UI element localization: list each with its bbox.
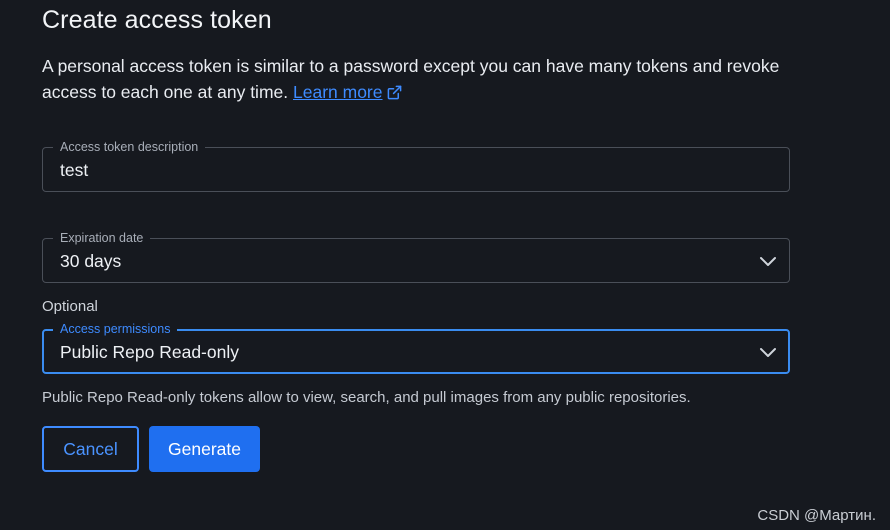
generate-button[interactable]: Generate <box>149 426 260 472</box>
access-permissions-select[interactable]: Access permissions Public Repo Read-only <box>42 321 790 374</box>
expiration-date-value: 30 days <box>60 251 122 271</box>
learn-more-link[interactable]: Learn more <box>293 82 383 102</box>
chevron-down-icon[interactable] <box>759 345 777 363</box>
access-permissions-label: Access permissions <box>53 321 178 337</box>
token-description-label: Access token description <box>53 139 206 155</box>
optional-label: Optional <box>42 298 98 315</box>
chevron-down-icon[interactable] <box>759 254 777 272</box>
watermark: CSDN @Мартин. <box>757 507 876 524</box>
permissions-helper-text: Public Repo Read-only tokens allow to vi… <box>42 389 691 406</box>
page-title: Create access token <box>42 6 272 34</box>
token-description-input[interactable]: test <box>60 160 88 181</box>
external-link-icon[interactable] <box>387 81 402 107</box>
expiration-date-select[interactable]: Expiration date 30 days <box>42 230 790 283</box>
learn-more-label: Learn more <box>293 82 383 102</box>
description-text: A personal access token is similar to a … <box>42 56 780 102</box>
access-permissions-value: Public Repo Read-only <box>60 342 239 362</box>
cancel-button[interactable]: Cancel <box>42 426 139 472</box>
dialog-description: A personal access token is similar to a … <box>42 53 802 107</box>
token-description-field[interactable]: Access token description test <box>42 139 790 192</box>
expiration-date-label: Expiration date <box>53 230 151 246</box>
